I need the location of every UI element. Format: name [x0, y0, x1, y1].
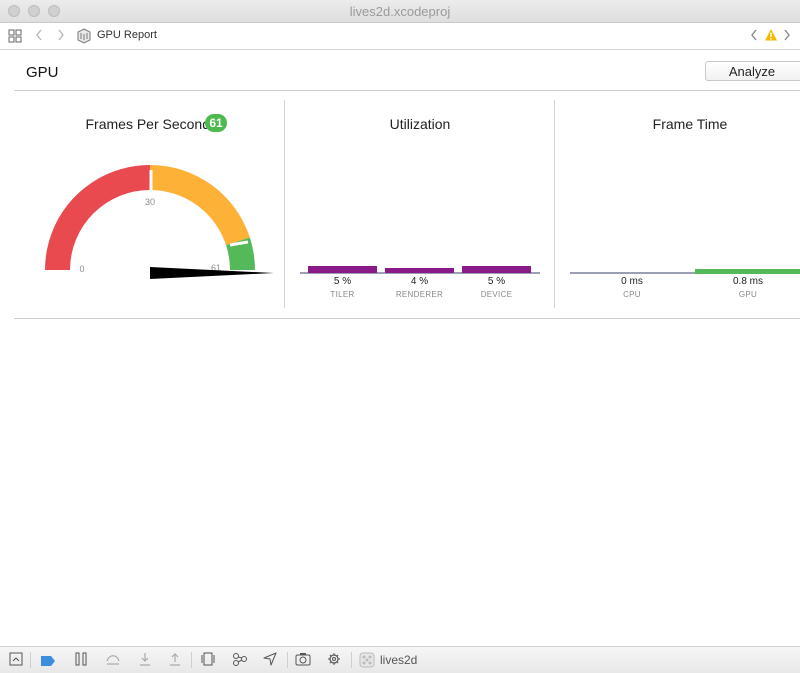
gauge-low-segment: [45, 165, 150, 270]
utilization-bar-tiler: [308, 266, 377, 273]
breadcrumb-gpu-report[interactable]: GPU Report: [97, 29, 157, 41]
chevron-right-icon: [784, 29, 790, 41]
environment-overrides-icon[interactable]: [327, 652, 341, 671]
utilization-device-value: 5 %: [487, 276, 506, 287]
fps-gauge: 0 30 61: [45, 165, 274, 279]
warning-icon[interactable]: [764, 28, 778, 47]
previous-issue-button[interactable]: [749, 27, 759, 47]
gauge-mid-segment: [150, 165, 250, 246]
frame-time-title: Frame Time: [652, 116, 728, 132]
hide-debug-area-icon[interactable]: [9, 652, 23, 671]
memory-graph-icon[interactable]: [232, 652, 248, 671]
frame-time-cpu-label: CPU: [623, 290, 641, 299]
step-out-icon[interactable]: [168, 652, 182, 671]
forward-button[interactable]: [56, 27, 66, 47]
fps-title: Frames Per Second: [85, 116, 211, 132]
step-over-icon[interactable]: [105, 652, 121, 671]
debug-target-label[interactable]: lives2d: [380, 653, 417, 667]
fps-badge: 61: [205, 114, 227, 132]
target-app-icon: [359, 652, 375, 673]
utilization-bar-renderer: [385, 268, 454, 273]
header-divider: [14, 90, 800, 91]
debug-bar: lives2d: [0, 646, 800, 673]
gauge-min-label: 0: [79, 264, 84, 274]
utilization-tiler-value: 5 %: [333, 276, 352, 287]
pause-icon[interactable]: [74, 652, 88, 671]
capture-gpu-frame-icon[interactable]: [295, 652, 311, 671]
view-debugger-icon[interactable]: [201, 652, 215, 671]
step-into-icon[interactable]: [138, 652, 152, 671]
frame-time-gpu-value: 0.8 ms: [732, 276, 763, 287]
frame-time-cpu-value: 0 ms: [621, 276, 643, 287]
analyze-button[interactable]: Analyze: [705, 61, 800, 81]
page-title: GPU: [26, 64, 59, 81]
jump-bar: GPU Report: [0, 23, 800, 50]
frame-time-gpu-label: GPU: [738, 290, 758, 299]
breakpoints-toggle-icon[interactable]: [40, 654, 56, 672]
next-issue-button[interactable]: [782, 27, 792, 47]
chevron-left-icon: [36, 29, 42, 41]
utilization-device-label: DEVICE: [480, 290, 513, 299]
chevron-left-icon: [751, 29, 757, 41]
utilization-renderer-label: RENDERER: [395, 290, 444, 299]
utilization-bar-device: [462, 266, 531, 273]
gpu-report-icon: [76, 28, 92, 49]
frame-time-bar-gpu: [695, 269, 800, 274]
panels-bottom-divider: [14, 318, 800, 319]
frame-time-bar-cpu: [570, 272, 695, 274]
utilization-renderer-value: 4 %: [410, 276, 429, 287]
window-title: lives2d.xcodeproj: [349, 4, 451, 19]
report-header: GPU Analyze: [0, 50, 800, 90]
related-items-grid-icon[interactable]: [8, 29, 22, 48]
chevron-right-icon: [58, 29, 64, 41]
window-titlebar: lives2d.xcodeproj: [0, 0, 800, 23]
back-button[interactable]: [34, 27, 44, 47]
utilization-tiler-label: TILER: [330, 290, 355, 299]
utilization-title: Utilization: [389, 116, 451, 132]
simulate-location-icon[interactable]: [263, 652, 277, 671]
gauge-mid-label: 30: [145, 197, 155, 207]
